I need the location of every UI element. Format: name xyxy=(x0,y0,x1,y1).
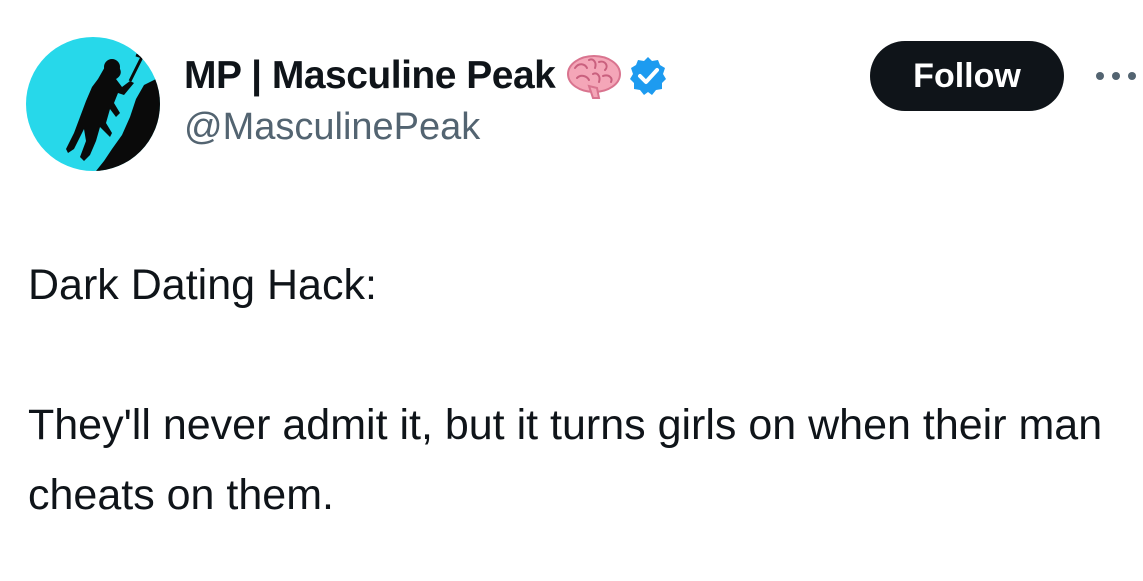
tweet-text-line: Dark Dating Hack: xyxy=(28,261,377,309)
tweet-text-line: They'll never admit it, but it turns gir… xyxy=(28,401,1103,519)
author-handle[interactable]: @MasculinePeak xyxy=(184,106,480,149)
tweet-body: Dark Dating Hack: They'll never admit it… xyxy=(28,250,1128,530)
follow-button[interactable]: Follow xyxy=(870,41,1064,111)
climber-silhouette-icon xyxy=(26,37,160,171)
more-options-icon[interactable] xyxy=(1094,66,1139,86)
author-display-name[interactable]: MP | Masculine Peak xyxy=(184,54,556,98)
tweet-card: MP | Masculine Peak @MasculinePeak Follo… xyxy=(0,0,1143,581)
author-name-row: MP | Masculine Peak xyxy=(184,50,669,102)
avatar[interactable] xyxy=(26,37,160,171)
verified-badge-icon xyxy=(627,55,669,97)
brain-icon xyxy=(565,52,623,100)
